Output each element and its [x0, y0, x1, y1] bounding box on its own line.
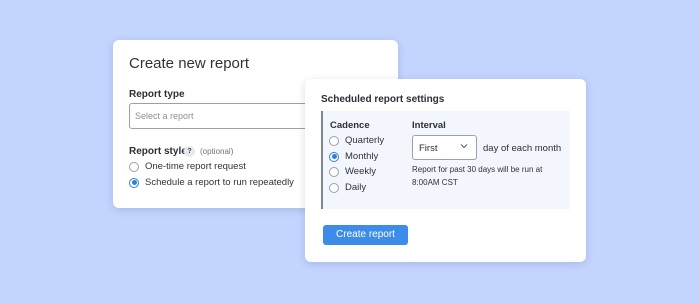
- interval-value: First: [419, 143, 438, 154]
- radio-one-time[interactable]: One-time report request: [129, 161, 246, 172]
- cadence-label: Cadence: [330, 120, 370, 131]
- radio-one-time-circle[interactable]: [129, 161, 139, 172]
- radio-daily-label: Daily: [345, 182, 367, 193]
- radio-quarterly-label: Quarterly: [345, 135, 385, 146]
- create-report-title: Create new report: [129, 55, 250, 72]
- interval-suffix: day of each month: [483, 143, 562, 154]
- radio-schedule[interactable]: Schedule a report to run repeatedly: [129, 177, 294, 188]
- create-report-button[interactable]: Create report: [323, 225, 408, 245]
- radio-weekly-label: Weekly: [345, 166, 376, 177]
- interval-label: Interval: [412, 120, 446, 131]
- radio-schedule-circle[interactable]: [129, 177, 139, 188]
- scheduled-settings-title: Scheduled report settings: [321, 94, 445, 105]
- schedule-note-line1: Report for past 30 days will be run at: [412, 165, 543, 174]
- radio-weekly[interactable]: Weekly: [329, 166, 376, 177]
- optional-label: (optional): [200, 147, 234, 156]
- radio-monthly-circle[interactable]: [329, 151, 339, 162]
- radio-quarterly[interactable]: Quarterly: [329, 135, 384, 146]
- radio-daily-circle[interactable]: [329, 182, 339, 193]
- report-type-placeholder: Select a report: [135, 111, 194, 121]
- chevron-down-icon: [460, 142, 468, 152]
- scheduled-settings-card: Scheduled report settings Cadence Interv…: [305, 79, 586, 262]
- interval-select[interactable]: First: [412, 135, 477, 160]
- radio-quarterly-circle[interactable]: [329, 135, 339, 146]
- radio-weekly-circle[interactable]: [329, 166, 339, 177]
- report-style-label: Report style: [129, 146, 187, 157]
- radio-schedule-label: Schedule a report to run repeatedly: [145, 177, 294, 188]
- report-type-label: Report type: [129, 89, 185, 100]
- schedule-panel: Cadence Interval Quarterly Monthly Weekl…: [321, 111, 570, 209]
- radio-monthly[interactable]: Monthly: [329, 151, 378, 162]
- radio-monthly-label: Monthly: [345, 151, 379, 162]
- schedule-note-line2: 8:00AM CST: [412, 178, 458, 187]
- report-type-select[interactable]: Select a report: [129, 103, 319, 129]
- radio-one-time-label: One-time report request: [145, 161, 246, 172]
- help-icon[interactable]: ?: [184, 146, 195, 157]
- radio-daily[interactable]: Daily: [329, 182, 366, 193]
